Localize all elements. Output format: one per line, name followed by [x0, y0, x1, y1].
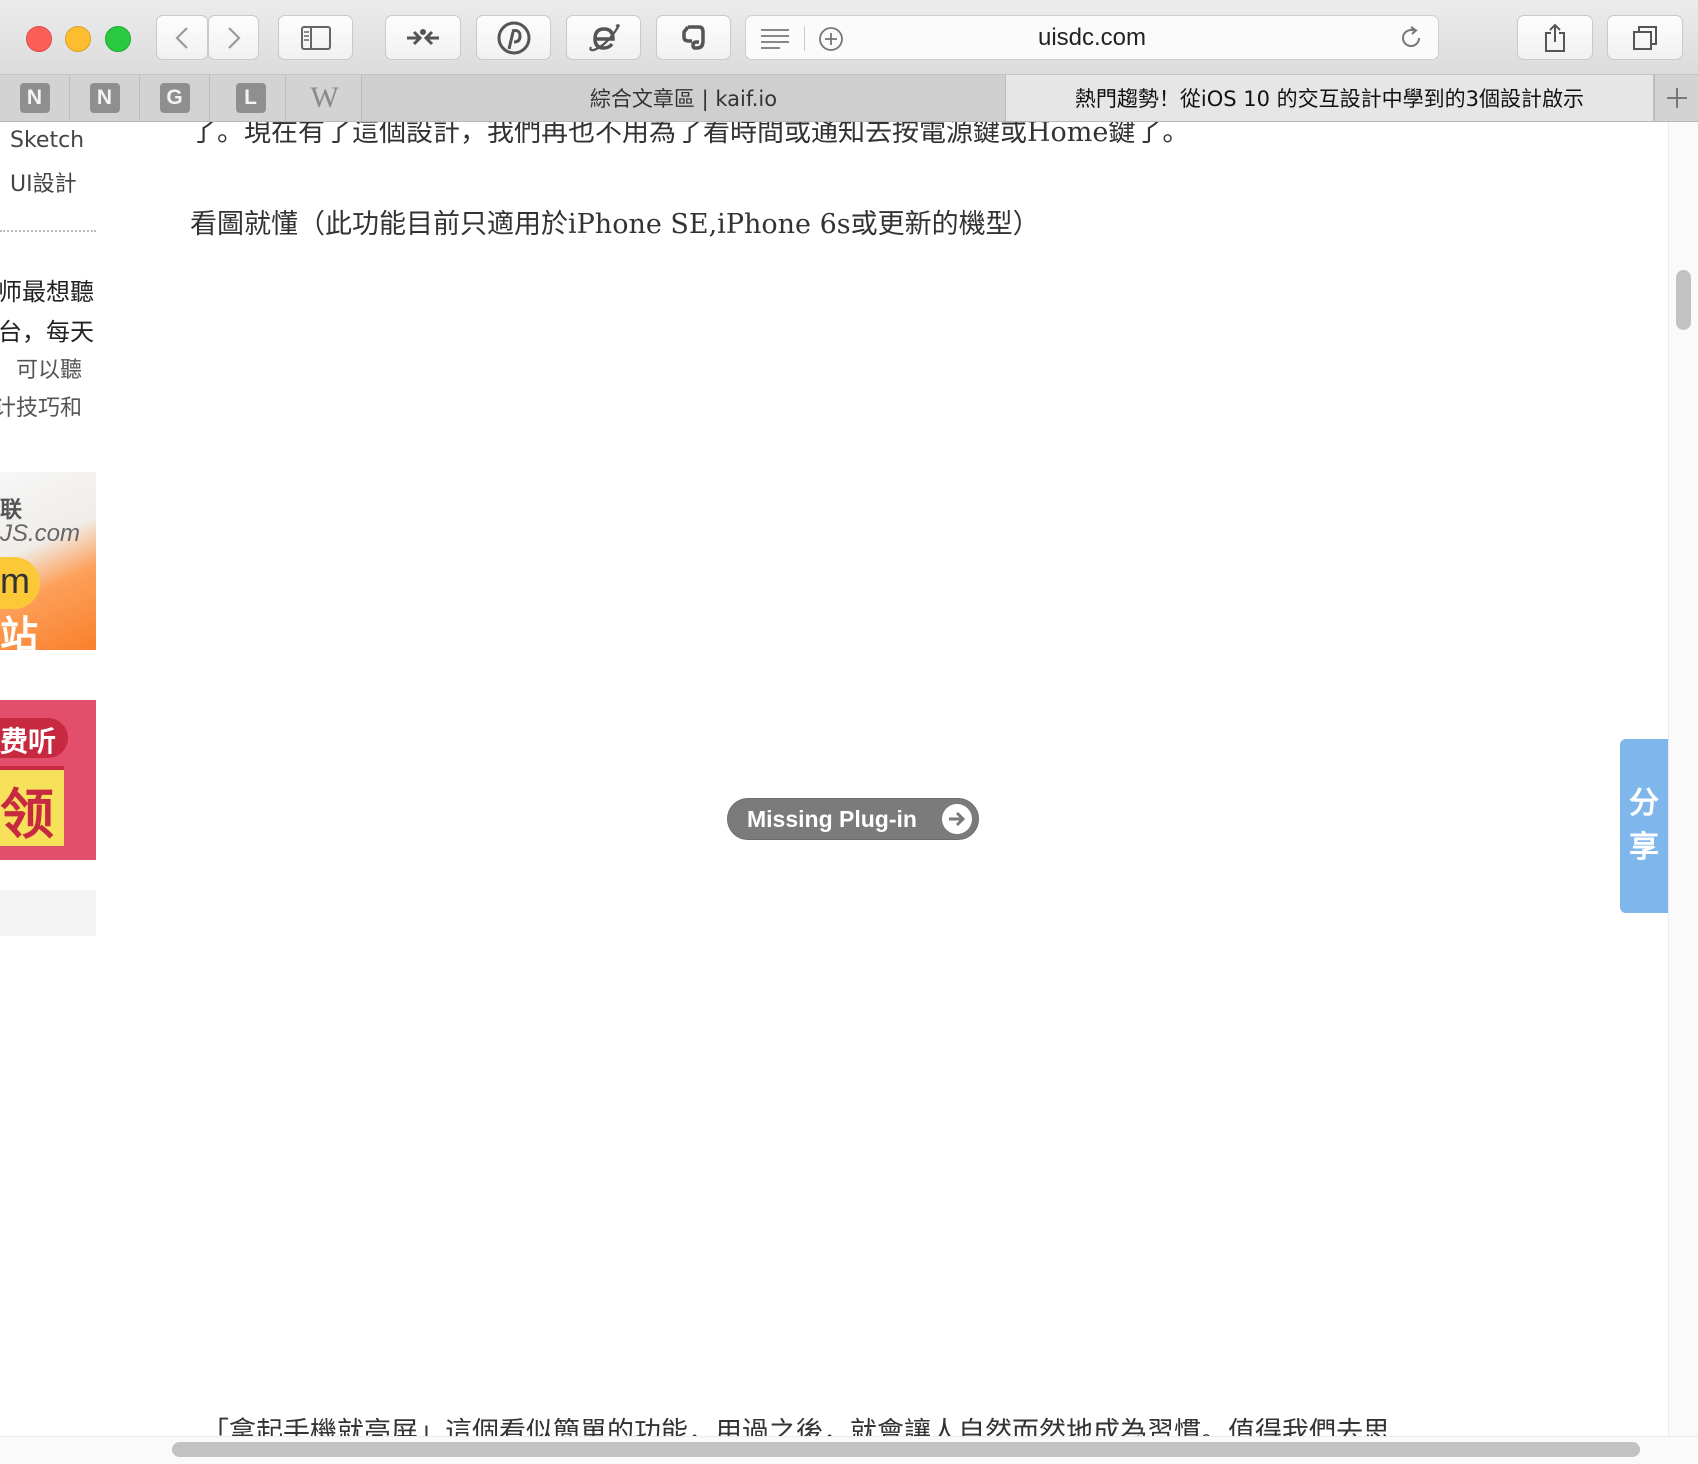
pinned-tab-icon: N [89, 83, 120, 113]
page-viewport: Sketch UI設計 师最想聽 台，每天 可以聽 计技巧和 联 JS.com … [0, 122, 1698, 1464]
pinned-tab-icon: N [19, 83, 50, 113]
ad-text: JS.com [0, 520, 81, 547]
maximize-window-button[interactable] [105, 26, 131, 52]
plugin-label: Missing Plug-in [747, 805, 917, 832]
sidebar-link-ui-design[interactable]: UI設計 [10, 166, 77, 198]
arrow-right-icon [942, 804, 972, 834]
pinned-tab-icon: L [235, 83, 266, 113]
tab-title: 熱門趨勢！從iOS 10 的交互設計中學到的3個設計啟示 [1074, 87, 1585, 111]
share-side-tab[interactable]: 分 享 [1620, 739, 1668, 913]
ad-text: 领 [0, 783, 54, 846]
share-icon [1545, 23, 1565, 52]
minimize-window-button[interactable] [65, 26, 91, 52]
plus-icon [1666, 88, 1687, 108]
back-button[interactable] [156, 15, 208, 60]
ad-text: 站 [0, 613, 39, 650]
new-tab-button[interactable] [1654, 75, 1698, 121]
evernote-icon [681, 24, 705, 50]
tab-overview-button[interactable] [1607, 15, 1683, 60]
browser-toolbar: uisdc.com [0, 0, 1698, 75]
extension-button-1[interactable] [385, 15, 461, 60]
pinned-tab-icon: G [159, 83, 190, 113]
wikipedia-icon: W [310, 81, 339, 114]
article-paragraph: 看圖就懂（此功能目前只適用於iPhone SE,iPhone 6s或更新的機型） [190, 209, 1040, 240]
sidebar-link-sketch[interactable]: Sketch [10, 128, 84, 153]
ad-text: 费听 [0, 725, 57, 758]
reload-icon[interactable] [1398, 25, 1424, 51]
back-icon [175, 26, 188, 49]
share-char: 分 [1629, 786, 1659, 821]
extension-arrows-icon [407, 28, 439, 45]
left-sidebar: Sketch UI設計 师最想聽 台，每天 可以聽 计技巧和 联 JS.com … [0, 122, 96, 1464]
missing-plugin-button[interactable]: Missing Plug-in [727, 798, 979, 840]
tabs-overview-icon [1633, 25, 1657, 50]
vertical-scrollbar-thumb[interactable] [1676, 270, 1691, 330]
ie-icon [588, 23, 620, 51]
sidebar-ad-banner-1[interactable]: 联 JS.com m 站 [0, 472, 96, 650]
share-button[interactable] [1517, 15, 1593, 60]
address-bar[interactable]: uisdc.com [745, 15, 1439, 60]
sidebar-gray-block [0, 890, 96, 936]
close-window-button[interactable] [26, 26, 52, 52]
pinned-tab-5[interactable]: W [288, 75, 362, 121]
tab-title: 綜合文章區 | kaif.io [589, 87, 778, 111]
sidebar-promo-line: 师最想聽 [0, 278, 94, 306]
tab-kaif[interactable]: 綜合文章區 | kaif.io [362, 75, 1006, 121]
pinned-tab-4[interactable]: L [216, 75, 286, 121]
sidebar-promo-line: 可以聽 [15, 358, 82, 383]
ie-button[interactable] [566, 15, 641, 60]
evernote-button[interactable] [656, 15, 731, 60]
pinned-tab-3[interactable]: G [140, 75, 210, 121]
tab-bar: N N G L W 綜合文章區 | kaif.io 熱門趨勢！從iOS 10 的… [0, 75, 1698, 122]
tab-uisdc[interactable]: 熱門趨勢！從iOS 10 的交互設計中學到的3個設計啟示 [1006, 75, 1654, 121]
ad-text: m [0, 560, 30, 601]
pinned-tab-2[interactable]: N [70, 75, 140, 121]
article-text-line: 了。現在有了這個設計，我們再也不用為了看時間或通知去按電源鍵或Home鍵了。 [190, 122, 1190, 148]
sidebar-promo-line: 计技巧和 [0, 396, 82, 421]
pinned-tab-1[interactable]: N [0, 75, 70, 121]
sidebar-divider [0, 230, 96, 232]
pinterest-button[interactable] [476, 15, 551, 60]
horizontal-scrollbar-thumb[interactable] [172, 1442, 1640, 1457]
forward-icon [227, 26, 241, 49]
sidebar-icon [300, 25, 331, 50]
forward-button[interactable] [208, 15, 259, 60]
pinterest-icon [497, 21, 530, 54]
sidebar-ad-banner-2[interactable]: 费听 领 [0, 700, 96, 860]
share-char: 享 [1629, 830, 1659, 865]
sidebar-toggle-button[interactable] [278, 15, 353, 60]
url-text: uisdc.com [1037, 24, 1147, 51]
sidebar-promo-line: 台，每天 [0, 318, 94, 346]
